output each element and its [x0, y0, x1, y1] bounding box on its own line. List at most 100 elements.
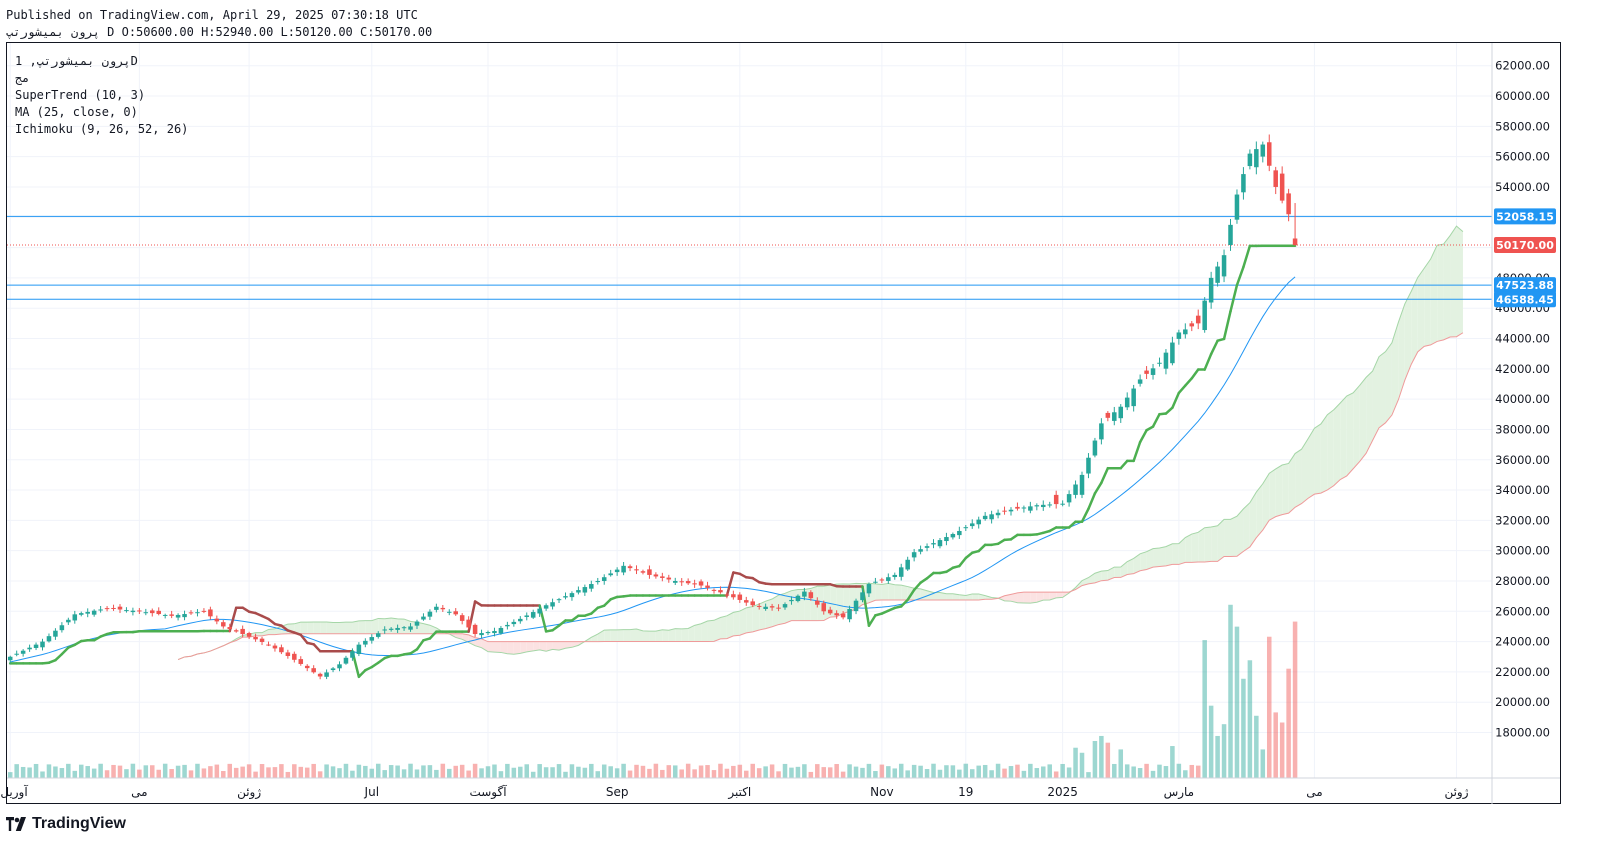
- cloud-segment: [1366, 371, 1373, 454]
- candle-body: [756, 605, 762, 607]
- legend-ichimoku[interactable]: Ichimoku (9, 26, 52, 26): [15, 122, 188, 136]
- candle-body: [969, 523, 975, 527]
- candle-body: [266, 644, 271, 646]
- price-tick-label: 62000.00: [1495, 59, 1550, 73]
- volume-bar: [485, 766, 491, 778]
- volume-bar: [840, 771, 846, 778]
- candle-body: [944, 537, 949, 542]
- volume-bar: [298, 766, 304, 778]
- time-tick-label: Nov: [870, 785, 893, 799]
- cloud-segment: [1327, 409, 1334, 490]
- volume-bar: [1112, 763, 1117, 778]
- candle-body: [1021, 507, 1027, 509]
- candle-body: [614, 569, 620, 573]
- volume-bar: [530, 771, 536, 778]
- candle-body: [679, 581, 684, 583]
- cloud-segment: [1023, 592, 1031, 604]
- horizontal-lines: [7, 215, 1492, 300]
- volume-bar: [188, 770, 194, 778]
- volume-bar: [175, 765, 181, 778]
- supertrend-segment: [1177, 384, 1187, 395]
- candle-body: [1112, 412, 1117, 421]
- supertrend-segment: [1222, 310, 1232, 341]
- cloud-segment: [791, 589, 798, 621]
- candle-body: [569, 593, 575, 598]
- volume-bar: [627, 770, 633, 778]
- volume-bar: [324, 764, 329, 778]
- volume-bar: [1221, 724, 1227, 778]
- volume-bar: [350, 770, 355, 778]
- candle-body: [666, 577, 672, 580]
- cloud-segment: [1224, 519, 1231, 557]
- legend-ma[interactable]: MA (25, close, 0): [15, 105, 138, 119]
- candle-body: [343, 657, 349, 664]
- candle-body: [879, 579, 885, 581]
- volume-bar: [666, 765, 672, 778]
- price-chart[interactable]: 18000.00 20000.00 22000.00 24000.00 26000.00…: [0, 0, 1598, 858]
- candle-body: [246, 633, 252, 637]
- cloud-segment: [1030, 592, 1037, 604]
- moving-average: [10, 276, 1296, 663]
- cloud-segment: [1243, 502, 1250, 552]
- volume-bar: [466, 770, 471, 778]
- cloud-segment: [358, 620, 366, 634]
- volume-bar: [963, 763, 969, 778]
- cloud-segment: [1114, 566, 1121, 578]
- candle-body: [989, 514, 994, 520]
- candle-body: [608, 573, 613, 576]
- price-tag-label: 52058.15: [1496, 210, 1554, 223]
- volume-bar: [169, 769, 174, 778]
- volume-bar: [162, 763, 168, 778]
- candle-body: [537, 608, 542, 614]
- candle-body: [421, 616, 426, 620]
- volume-bar: [363, 765, 368, 778]
- candle-body: [789, 599, 794, 602]
- candle-body: [918, 549, 923, 552]
- cloud-segment: [649, 631, 656, 642]
- volume-bar: [731, 765, 736, 778]
- cloud-segment: [1379, 351, 1386, 428]
- cloud-segment: [1211, 525, 1218, 562]
- price-tick-label: 42000.00: [1495, 362, 1550, 376]
- volume-bar: [311, 763, 316, 778]
- cloud-segment: [300, 622, 308, 634]
- volume-bar: [395, 765, 400, 778]
- candle-body: [356, 644, 362, 655]
- volume-bar: [137, 769, 142, 778]
- volume-bar: [1195, 765, 1201, 778]
- candle-body: [1053, 494, 1059, 505]
- candle-body: [1131, 388, 1136, 407]
- price-tick-label: 56000.00: [1495, 150, 1550, 164]
- volume-bar: [53, 766, 58, 778]
- tradingview-brand[interactable]: TradingView: [6, 814, 126, 834]
- volume-bar: [375, 763, 381, 778]
- volume-bar: [815, 764, 820, 778]
- cloud-segment: [1140, 551, 1147, 571]
- volume-bar: [1150, 770, 1156, 778]
- volume-bar: [1183, 770, 1188, 778]
- legend-supertrend[interactable]: SuperTrend (10, 3): [15, 88, 145, 102]
- volume-bar: [453, 765, 458, 778]
- volume-bar: [556, 764, 562, 778]
- volume-bar: [827, 767, 833, 778]
- candle-body: [304, 665, 310, 669]
- cloud-segment: [1346, 392, 1354, 476]
- volume-bar: [698, 765, 704, 778]
- cloud-segment: [1043, 592, 1050, 601]
- cloud-segment: [739, 607, 747, 636]
- candle-body: [453, 611, 458, 615]
- cloud-segment: [488, 641, 495, 653]
- cloud-segment: [307, 622, 314, 634]
- volume-bar: [1215, 735, 1220, 778]
- time-tick-label: اکتبر: [727, 785, 751, 800]
- candle-body: [175, 614, 181, 618]
- volume-bar: [608, 766, 613, 778]
- cloud-segment: [1417, 268, 1425, 352]
- candle-body: [698, 581, 704, 586]
- candle-body: [459, 615, 465, 621]
- candle-body: [705, 585, 710, 588]
- volume-bar: [46, 764, 52, 778]
- cloud-segment: [1295, 449, 1302, 508]
- volume-bar: [459, 764, 465, 778]
- volume-bar: [472, 763, 478, 778]
